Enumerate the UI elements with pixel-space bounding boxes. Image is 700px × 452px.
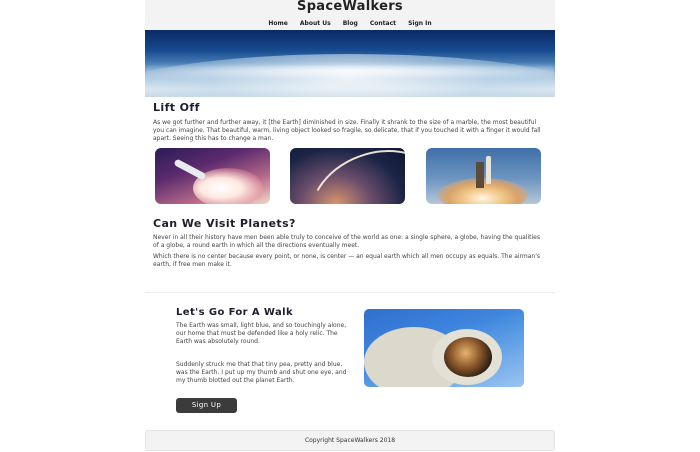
astronaut-visor xyxy=(444,337,492,377)
nav-item-about-us[interactable]: About Us xyxy=(300,20,331,27)
page: SpaceWalkers Home About Us Blog Contact … xyxy=(145,0,555,452)
site-header: SpaceWalkers Home About Us Blog Contact … xyxy=(145,0,555,30)
launch-rocket xyxy=(486,156,491,184)
section-text-walk-2: Suddenly struck me that that tiny pea, p… xyxy=(176,361,347,384)
hero-earth-image xyxy=(145,30,555,97)
section-divider xyxy=(145,292,555,293)
section-title-lift-off: Lift Off xyxy=(153,101,200,114)
shuttle-image xyxy=(155,148,270,204)
sign-up-button[interactable]: Sign Up xyxy=(176,398,237,413)
nav-item-blog[interactable]: Blog xyxy=(343,20,358,27)
section-text-visit-planets-2: Which there is no center because every p… xyxy=(153,253,540,268)
astronaut-image xyxy=(364,309,524,387)
nav-item-home[interactable]: Home xyxy=(268,20,287,27)
section-text-lift-off: As we got further and further away, it [… xyxy=(153,119,541,142)
section-title-visit-planets: Can We Visit Planets? xyxy=(153,217,296,230)
hero-cloud-band xyxy=(145,66,555,76)
main-nav: Home About Us Blog Contact Sign In xyxy=(145,20,555,27)
nav-item-contact[interactable]: Contact xyxy=(370,20,396,27)
launch-pad-image xyxy=(426,148,541,204)
launch-tower xyxy=(476,162,484,188)
section-text-walk-1: The Earth was small, light blue, and so … xyxy=(176,322,347,345)
rocket-trail-arc xyxy=(293,148,405,204)
site-footer: Copyright SpaceWalkers 2018 xyxy=(145,430,555,451)
shuttle-body xyxy=(173,158,207,181)
rocket-trail-image xyxy=(290,148,405,204)
section-text-visit-planets-1: Never in all their history have men been… xyxy=(153,234,540,249)
section-title-walk: Let's Go For A Walk xyxy=(176,307,294,318)
nav-item-sign-in[interactable]: Sign In xyxy=(408,20,432,27)
site-brand[interactable]: SpaceWalkers xyxy=(145,0,555,13)
